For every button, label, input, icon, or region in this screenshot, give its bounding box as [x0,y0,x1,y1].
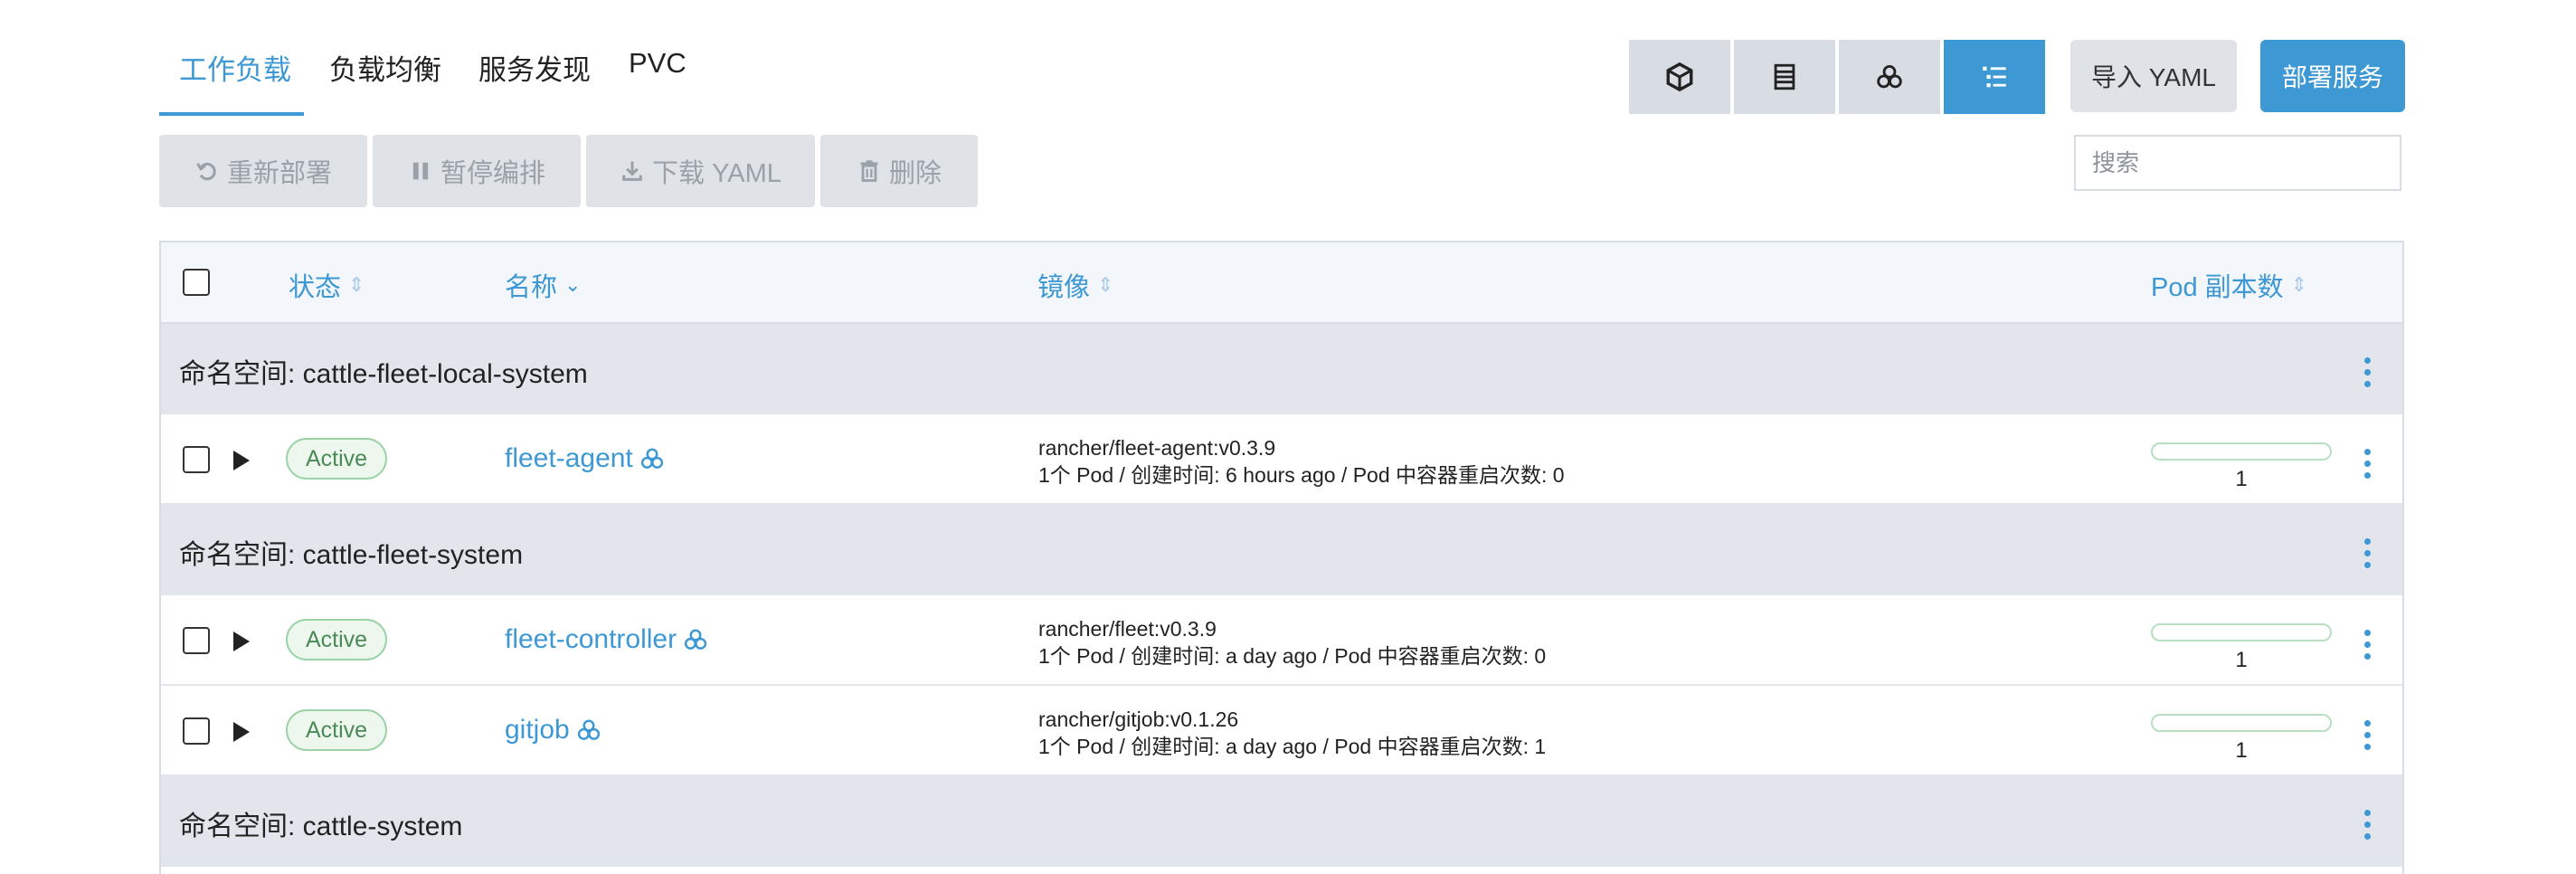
tab-load-balancing[interactable]: 负载均衡 [329,47,441,88]
column-state-label: 状态 [289,273,342,302]
column-pods[interactable]: Pod 副本数 ⇕ [2151,266,2307,304]
import-yaml-button[interactable]: 导入 YAML [2070,40,2237,112]
view-list-button[interactable] [1944,40,2045,114]
namespace-label: 命名空间: cattle-system [179,812,463,841]
pod-progress-bar [2151,623,2332,641]
workload-detail: 1个 Pod / 创建时间: 6 hours ago / Pod 中容器重启次数… [1038,463,1565,487]
list-tree-icon [1983,66,2006,88]
cube-icon [1666,62,1693,92]
namespace-group: 命名空间: cattle-system [161,776,2402,867]
download-yaml-button[interactable]: 下载 YAML [586,135,815,207]
pod-count: 1 [2235,467,2248,491]
table-row: Active fleet-agent rancher/fleet-agent:v… [161,414,2402,505]
table-row: Active fleet-controller rancher/fleet:v0… [161,595,2402,686]
cluster-icon [1877,64,1902,89]
view-cube-button[interactable] [1629,40,1730,114]
group-menu-icon[interactable] [2363,810,2372,840]
namespace-label: 命名空间: cattle-fleet-local-system [179,359,588,389]
expand-icon[interactable] [233,722,250,742]
cluster-icon [684,629,707,650]
pod-progress-bar [2151,714,2332,732]
view-server-button[interactable] [1734,40,1835,114]
image-name: rancher/fleet:v0.3.9 [1038,617,1217,641]
column-name-label: 名称 [505,273,558,302]
redo-icon [196,162,216,181]
expand-icon[interactable] [233,451,250,470]
row-checkbox[interactable] [183,627,210,654]
row-menu-icon[interactable] [2363,449,2372,479]
active-tab-underline [159,112,304,116]
pause-label: 暂停编排 [440,159,545,188]
pod-count: 1 [2235,648,2248,672]
tab-service-discovery[interactable]: 服务发现 [478,47,591,88]
sort-icon: ⇕ [1097,273,1114,296]
image-name: rancher/fleet-agent:v0.3.9 [1038,436,1276,460]
workload-name: fleet-agent [505,443,633,473]
table-row: Active gitjob rancher/gitjob:v0.1.26 1个 … [161,686,2402,776]
row-menu-icon[interactable] [2363,720,2372,750]
workload-name: fleet-controller [505,624,677,654]
workload-name-link[interactable]: gitjob [505,715,602,746]
redeploy-label: 重新部署 [226,159,332,188]
status-badge: Active [286,438,388,480]
sort-icon: ⇕ [348,273,365,296]
group-menu-icon[interactable] [2363,357,2372,387]
workload-name: gitjob [505,715,570,745]
download-yaml-label: 下载 YAML [652,159,781,188]
namespace-group: 命名空间: cattle-fleet-local-system [161,324,2402,414]
table-header: 状态 ⇕ 名称 ⌄ 镜像 ⇕ Pod 副本数 ⇕ [161,242,2402,324]
cluster-icon [640,448,663,469]
delete-label: 删除 [888,159,942,188]
group-menu-icon[interactable] [2363,538,2372,568]
row-checkbox[interactable] [183,717,210,745]
tab-pvc[interactable]: PVC [629,47,687,80]
column-pods-label: Pod 副本数 [2151,273,2284,302]
workload-table: 状态 ⇕ 名称 ⌄ 镜像 ⇕ Pod 副本数 ⇕ 命名空间: cattle-fleet-… [159,241,2404,874]
namespace-group: 命名空间: cattle-fleet-system [161,505,2402,595]
search-input[interactable] [2074,135,2401,191]
workload-detail: 1个 Pod / 创建时间: a day ago / Pod 中容器重启次数: … [1038,644,1547,668]
workload-name-link[interactable]: fleet-agent [505,443,666,474]
download-icon [622,161,642,181]
status-badge: Active [286,709,388,751]
pause-icon [412,162,429,180]
pause-button[interactable]: 暂停编排 [373,135,581,207]
namespace-label: 命名空间: cattle-fleet-system [179,540,524,570]
pod-count: 1 [2235,738,2248,763]
workload-name-link[interactable]: fleet-controller [505,624,709,655]
status-badge: Active [286,619,388,660]
expand-icon[interactable] [233,632,250,651]
column-state[interactable]: 状态 ⇕ [289,266,365,304]
trash-icon [860,160,878,182]
image-name: rancher/gitjob:v0.1.26 [1038,708,1239,731]
sort-icon: ⇕ [2290,273,2308,296]
deploy-service-button[interactable]: 部署服务 [2260,40,2405,112]
column-image-label: 镜像 [1037,273,1091,302]
pod-progress-bar [2151,442,2332,461]
column-name[interactable]: 名称 ⌄ [505,266,581,304]
tab-workloads[interactable]: 工作负载 [179,47,291,88]
column-image[interactable]: 镜像 ⇕ [1037,266,1113,304]
server-icon [1774,63,1795,90]
row-menu-icon[interactable] [2363,630,2372,660]
redeploy-button[interactable]: 重新部署 [159,135,367,207]
select-all-checkbox[interactable] [183,269,210,296]
cluster-icon [577,719,600,740]
row-checkbox[interactable] [183,446,210,473]
sort-desc-icon: ⌄ [564,273,582,296]
delete-button[interactable]: 删除 [820,135,978,207]
workload-detail: 1个 Pod / 创建时间: a day ago / Pod 中容器重启次数: … [1038,735,1547,758]
view-cluster-button[interactable] [1839,40,1940,114]
